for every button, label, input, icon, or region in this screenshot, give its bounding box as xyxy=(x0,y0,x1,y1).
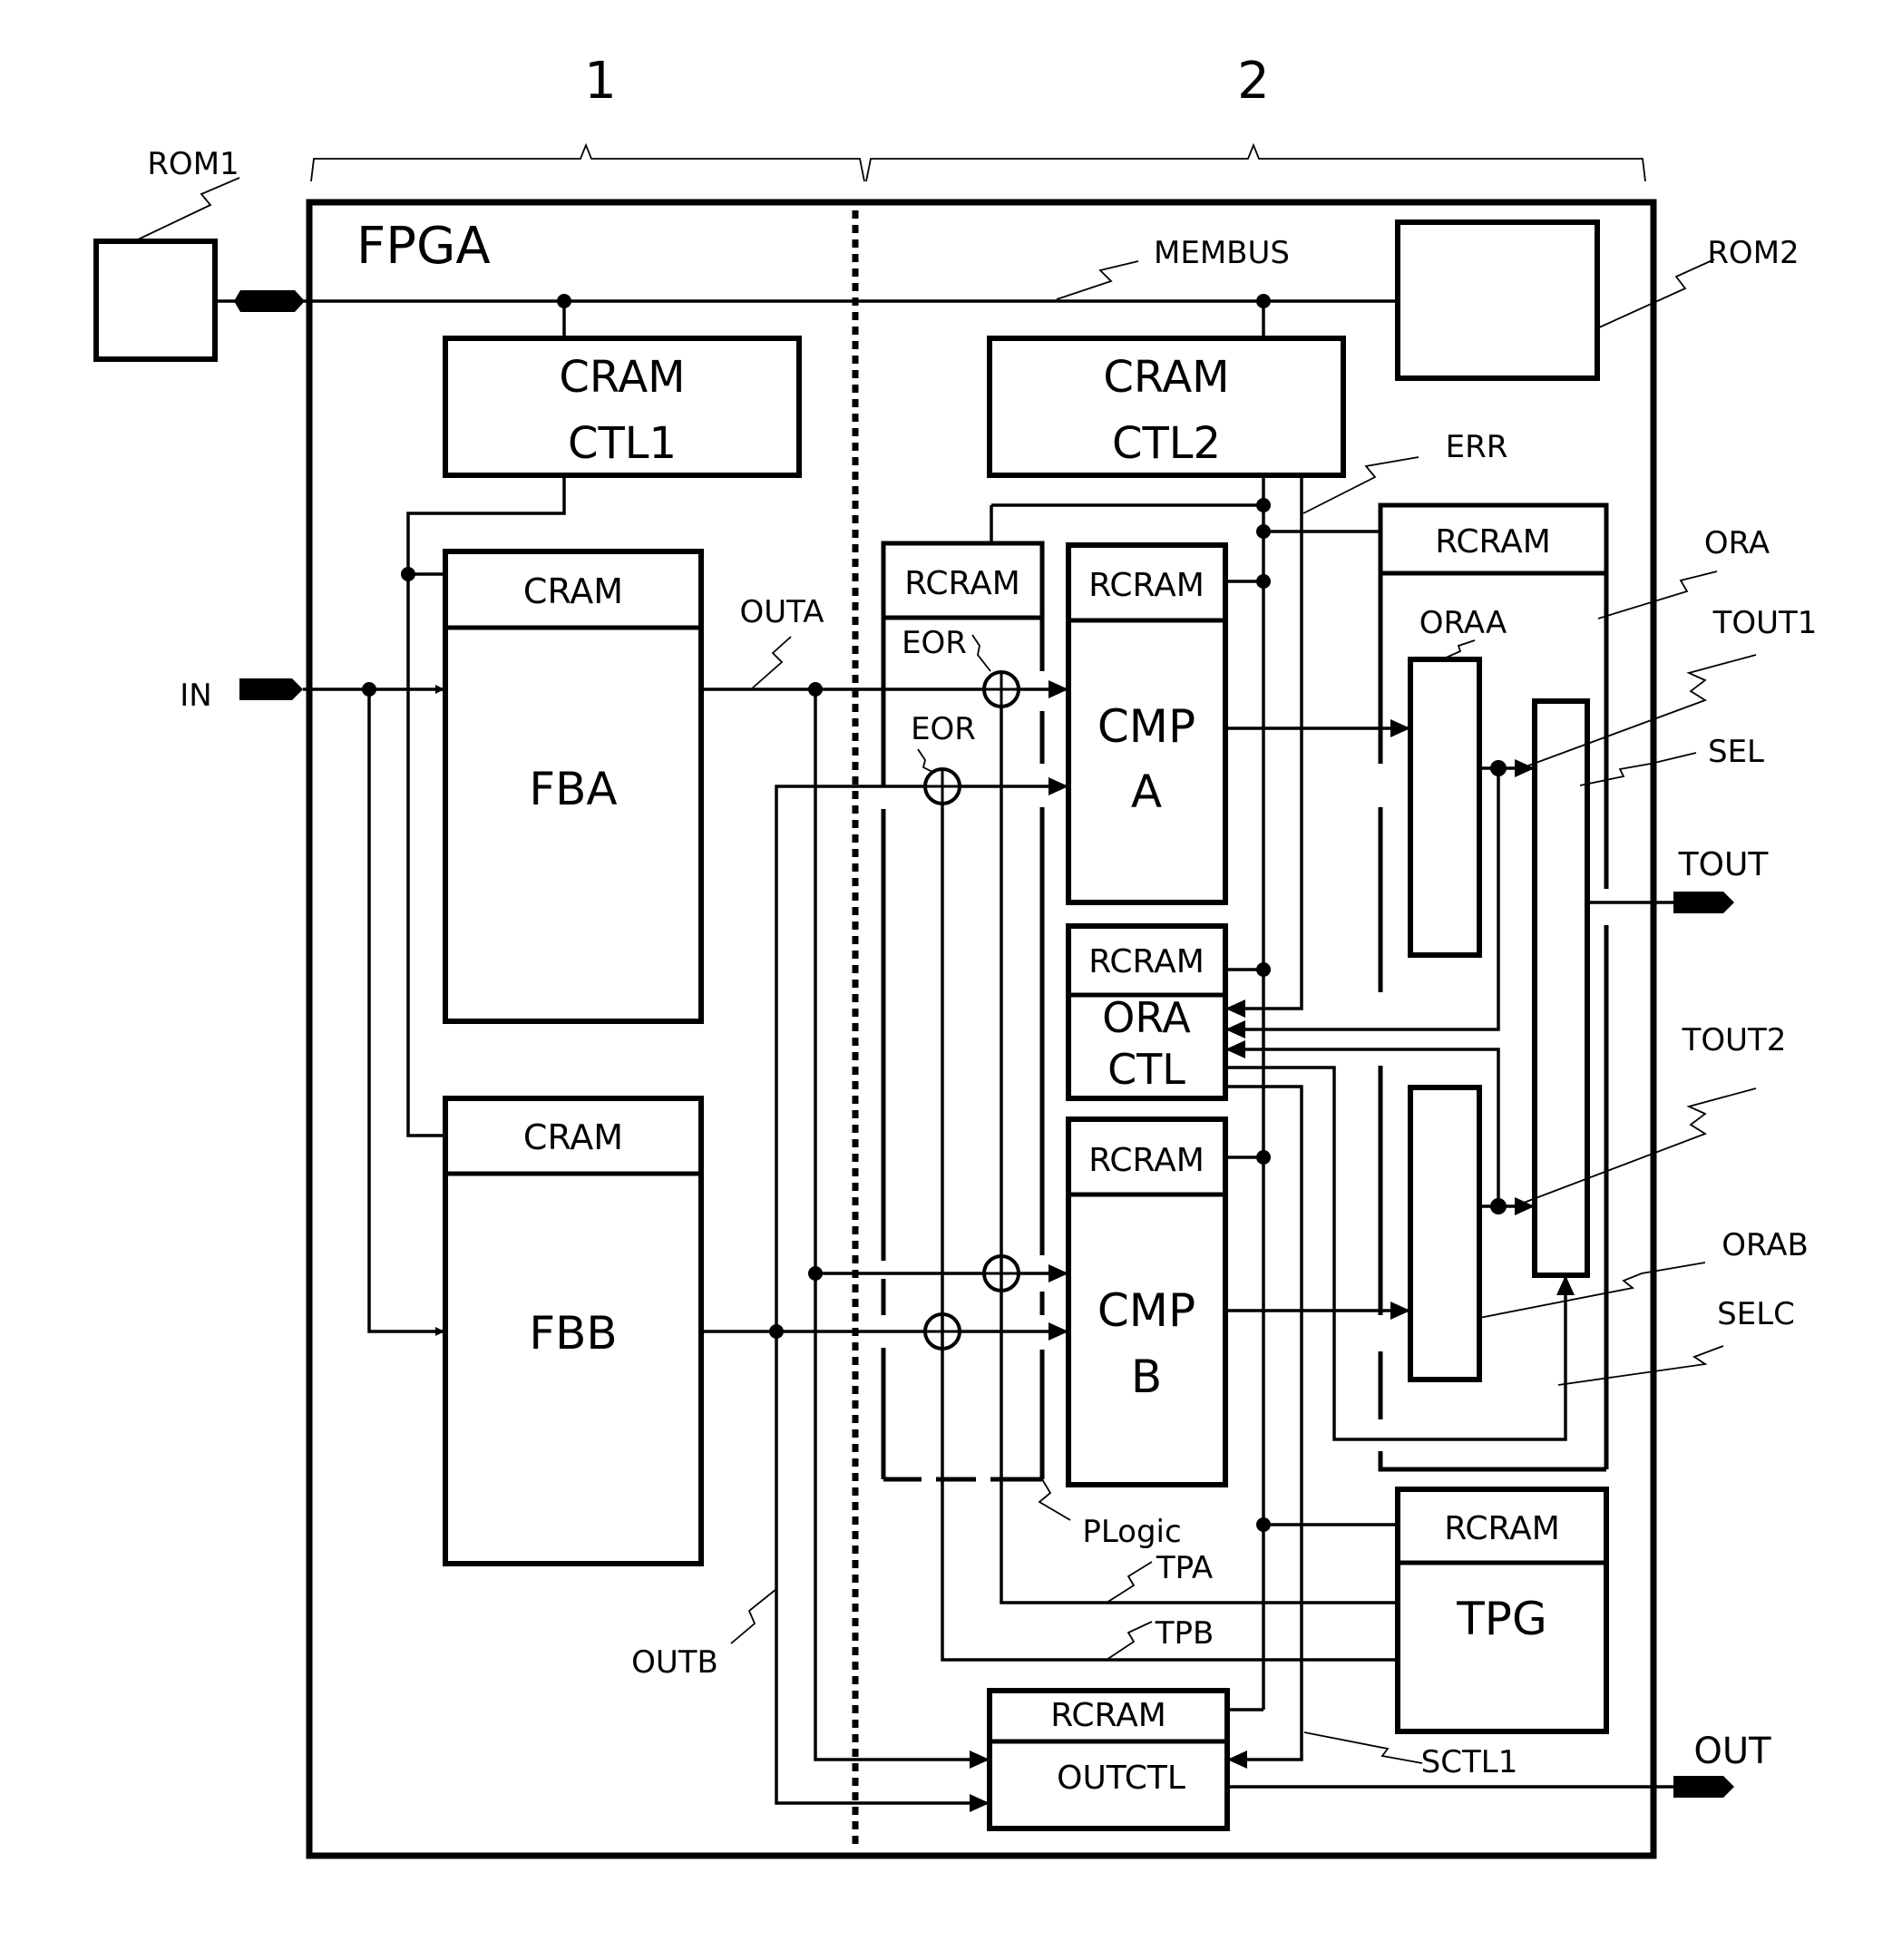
orab-label: ORAB xyxy=(1722,1227,1809,1263)
selc-line xyxy=(1225,1066,1575,1441)
cram-ctl2-block: CRAM CTL2 xyxy=(987,336,1346,478)
bracket-region-1: 1 xyxy=(310,52,865,182)
bus-junction-1 xyxy=(1256,498,1271,512)
err-label: ERR xyxy=(1446,429,1508,465)
rom1-box xyxy=(93,239,218,362)
oraa-register xyxy=(1408,657,1482,958)
fba-block: CRAM FBA xyxy=(443,549,704,1024)
eor2-label: EOR xyxy=(911,711,976,747)
rom1-connector xyxy=(234,290,305,312)
bracket-region-2: 2 xyxy=(865,52,1646,182)
eor-gate-a2 xyxy=(923,767,961,805)
in-to-fbb xyxy=(367,689,444,1336)
in-connector xyxy=(239,678,303,700)
tout-connector xyxy=(1673,892,1734,913)
tpa-leader xyxy=(1106,1561,1153,1604)
svg-text:CRAM: CRAM xyxy=(559,352,685,403)
cmp-a-block: RCRAM CMP A xyxy=(1066,542,1228,905)
rom2-box xyxy=(1395,219,1600,381)
outb-up xyxy=(775,777,1068,1331)
oraa-label: ORAA xyxy=(1419,605,1507,641)
outb-leader xyxy=(730,1588,777,1644)
selc-leader xyxy=(1557,1345,1724,1386)
eor1-label: EOR xyxy=(902,625,967,661)
sctl1-label: SCTL1 xyxy=(1421,1744,1518,1780)
ora-rcram-header: RCRAM xyxy=(1435,523,1551,561)
outa-branch xyxy=(814,689,990,1769)
svg-text:CTL2: CTL2 xyxy=(1112,418,1221,469)
rom1-leader xyxy=(133,177,240,242)
cmp-b-block: RCRAM CMP B xyxy=(1066,1117,1228,1487)
plogic-label: PLogic xyxy=(1082,1514,1181,1550)
tpg-block: RCRAM TPG xyxy=(1395,1487,1609,1734)
svg-text:ORA: ORA xyxy=(1102,993,1191,1042)
in-label: IN xyxy=(180,678,211,714)
svg-text:B: B xyxy=(1131,1351,1162,1403)
outctl-rcram-header: RCRAM xyxy=(1050,1697,1166,1734)
outctl-block: RCRAM OUTCTL xyxy=(987,1688,1230,1831)
svg-text:A: A xyxy=(1131,765,1162,818)
tout1-label: TOUT1 xyxy=(1712,605,1818,641)
out-connector xyxy=(1673,1776,1734,1798)
ora-ctl-rcram-header: RCRAM xyxy=(1088,943,1205,980)
orab-register xyxy=(1408,1085,1482,1382)
fpga-title: FPGA xyxy=(356,217,491,276)
tout2-label: TOUT2 xyxy=(1682,1022,1787,1058)
bracket-label-2: 2 xyxy=(1237,52,1270,111)
oraa-leader xyxy=(1441,639,1476,660)
outa-leader xyxy=(750,636,792,690)
tpb-leader xyxy=(1106,1621,1153,1661)
svg-text:CTL1: CTL1 xyxy=(568,418,677,469)
outctl-label: OUTCTL xyxy=(1057,1760,1185,1797)
svg-text:CRAM: CRAM xyxy=(1103,352,1229,403)
svg-text:CMP: CMP xyxy=(1097,700,1195,753)
fbb-cram-header: CRAM xyxy=(523,1117,623,1157)
tpg-label: TPG xyxy=(1456,1593,1546,1645)
tpb-label: TPB xyxy=(1155,1615,1214,1652)
sel-leader xyxy=(1579,752,1697,786)
tpa-label: TPA xyxy=(1156,1550,1213,1586)
fba-cram-header: CRAM xyxy=(523,571,623,611)
fbb-label: FBB xyxy=(529,1307,617,1360)
eor1-leader xyxy=(971,634,991,672)
ora-ctl-block: RCRAM ORA CTL xyxy=(1066,923,1228,1101)
tout-label: TOUT xyxy=(1678,846,1770,883)
cmp-a-rcram-header: RCRAM xyxy=(1088,567,1205,604)
bracket-label-1: 1 xyxy=(584,52,617,111)
out-label: OUT xyxy=(1693,1731,1771,1772)
cram-ctl1-block: CRAM CTL1 xyxy=(443,336,802,478)
selc-label: SELC xyxy=(1717,1296,1795,1332)
sctl1-leader xyxy=(1303,1731,1423,1764)
outb-label: OUTB xyxy=(631,1644,718,1681)
fbb-block: CRAM FBB xyxy=(443,1096,704,1566)
cmp-b-rcram-header: RCRAM xyxy=(1088,1142,1205,1179)
membus-label: MEMBUS xyxy=(1154,235,1290,271)
plogic-leader xyxy=(1038,1478,1071,1521)
rom2-label: ROM2 xyxy=(1707,235,1799,271)
plogic-rcram-header: RCRAM xyxy=(904,565,1020,602)
fba-label: FBA xyxy=(529,763,617,815)
fpga-block-diagram: 1 2 FPGA ROM1 MEMBUS ROM2 CRAM CTL1 CRAM… xyxy=(93,52,1818,1859)
outa-label: OUTA xyxy=(739,594,824,630)
membus-leader xyxy=(1056,260,1139,300)
ora-label: ORA xyxy=(1704,525,1770,561)
orab-leader xyxy=(1478,1262,1706,1319)
rom1-label: ROM1 xyxy=(147,146,239,182)
svg-text:CTL: CTL xyxy=(1107,1045,1185,1094)
tpg-rcram-header: RCRAM xyxy=(1444,1510,1560,1547)
svg-text:CMP: CMP xyxy=(1097,1284,1195,1337)
eor2-leader xyxy=(917,748,935,774)
ora-leader xyxy=(1597,570,1718,619)
eor-gate-a1 xyxy=(982,670,1020,708)
sel-label: SEL xyxy=(1708,734,1764,770)
